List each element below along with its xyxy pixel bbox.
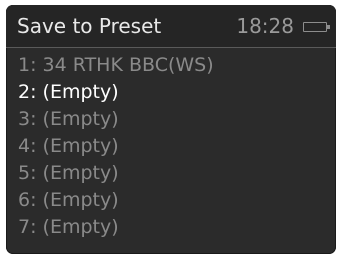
header-bar: Save to Preset 18:28 [6,5,336,48]
preset-item-3[interactable]: 3: (Empty) [18,106,328,133]
preset-item-7[interactable]: 7: (Empty) [18,214,328,241]
battery-icon [303,22,330,32]
battery-terminal [327,25,330,29]
preset-item-2[interactable]: 2: (Empty) [18,79,328,106]
preset-item-4[interactable]: 4: (Empty) [18,133,328,160]
preset-list: 1: 34 RTHK BBC(WS) 2: (Empty) 3: (Empty)… [18,52,328,241]
preset-item-1[interactable]: 1: 34 RTHK BBC(WS) [18,52,328,79]
clock: 18:28 [236,14,294,38]
preset-item-6[interactable]: 6: (Empty) [18,187,328,214]
preset-item-5[interactable]: 5: (Empty) [18,160,328,187]
screen-title: Save to Preset [17,14,162,38]
radio-display: Save to Preset 18:28 1: 34 RTHK BBC(WS) … [6,5,336,254]
